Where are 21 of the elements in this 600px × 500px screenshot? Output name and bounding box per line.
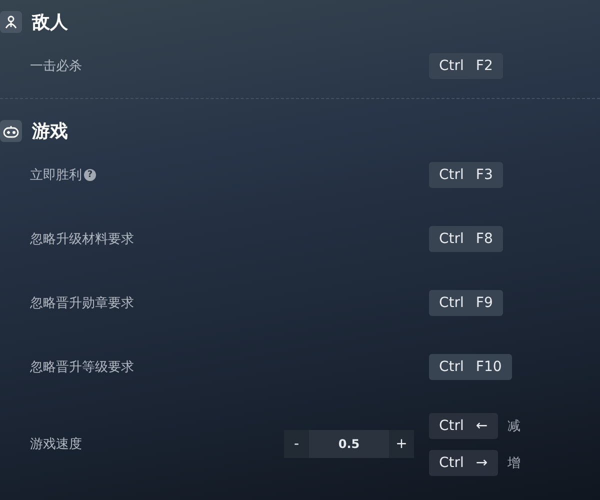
hotkey-button[interactable]: Ctrl F8 bbox=[429, 226, 503, 252]
section-title: 敌人 bbox=[32, 11, 68, 34]
option-label: 立即胜利 bbox=[30, 167, 82, 184]
hotkey-button[interactable]: Ctrl F2 bbox=[429, 53, 503, 79]
option-label: 游戏速度 bbox=[30, 436, 82, 453]
hotkey-button[interactable]: Ctrl → bbox=[429, 450, 498, 476]
help-icon[interactable]: ? bbox=[84, 169, 96, 181]
hotkey-button[interactable]: Ctrl F9 bbox=[429, 290, 503, 316]
option-label: 忽略晋升等级要求 bbox=[30, 359, 134, 376]
section-title: 游戏 bbox=[32, 120, 68, 143]
option-label: 忽略晋升勋章要求 bbox=[30, 295, 134, 312]
hotkey-button[interactable]: Ctrl ← bbox=[429, 412, 498, 438]
person-icon bbox=[4, 15, 18, 29]
option-label: 一击必杀 bbox=[30, 58, 82, 75]
hotkey-note: 增 bbox=[508, 454, 521, 472]
hotkey-note: 减 bbox=[508, 418, 521, 434]
value-field[interactable]: 0.5 bbox=[309, 430, 389, 458]
gamepad-icon bbox=[3, 124, 19, 138]
hotkey-button[interactable]: Ctrl F10 bbox=[429, 354, 512, 380]
hotkey-button[interactable]: Ctrl F3 bbox=[429, 162, 503, 188]
option-label: 忽略升级材料要求 bbox=[30, 231, 134, 248]
